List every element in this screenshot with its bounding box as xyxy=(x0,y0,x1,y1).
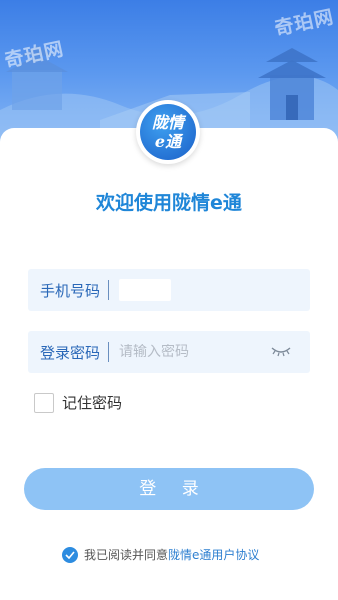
agreement-text: 我已阅读并同意 xyxy=(84,548,169,562)
remember-password[interactable]: 记住密码 xyxy=(34,392,122,413)
phone-value-masked[interactable] xyxy=(119,279,171,301)
remember-checkbox[interactable] xyxy=(34,392,54,413)
remember-label: 记住密码 xyxy=(62,394,123,412)
welcome-title: 欢迎使用陇情e通 xyxy=(96,192,242,214)
eye-closed-icon[interactable] xyxy=(270,344,292,358)
password-field: 登录密码 xyxy=(28,331,310,373)
logo-text-line1: 陇情 xyxy=(151,113,184,132)
field-divider xyxy=(108,280,109,300)
logo-text-line2: e通 xyxy=(154,132,182,151)
agreement-row: 我已阅读并同意 陇情e通用户协议 xyxy=(62,546,259,563)
phone-label: 手机号码 xyxy=(40,281,101,300)
phone-field[interactable]: 手机号码 xyxy=(28,269,310,311)
field-divider xyxy=(108,342,109,362)
app-logo: 陇情 e通 xyxy=(136,100,200,164)
password-label: 登录密码 xyxy=(40,343,101,362)
password-input[interactable] xyxy=(119,344,259,360)
agreement-link[interactable]: 陇情e通用户协议 xyxy=(168,546,259,563)
checkmark-icon[interactable] xyxy=(62,546,78,563)
login-button[interactable]: 登 录 xyxy=(24,468,314,510)
logo-emblem: 陇情 e通 xyxy=(140,104,196,160)
